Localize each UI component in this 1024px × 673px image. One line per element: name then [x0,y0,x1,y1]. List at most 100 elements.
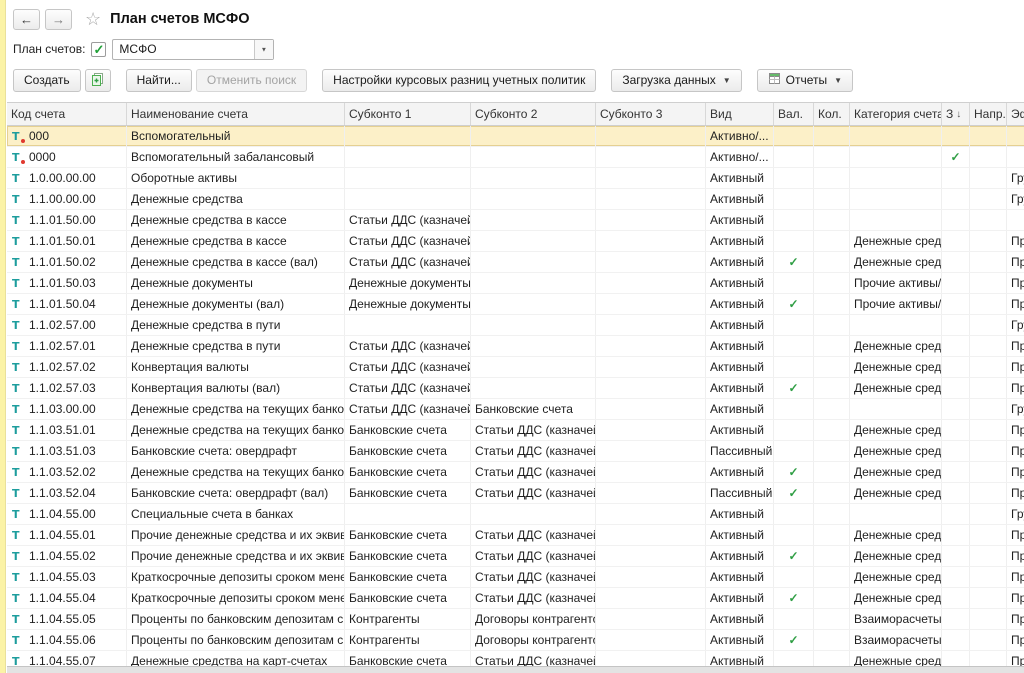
cell-subconto3 [596,546,706,566]
cell-offbalance-flag [942,462,970,482]
table-row[interactable]: Т 1.1.02.57.01 Денежные средства в пути … [7,336,1024,357]
table-row[interactable]: Т 1.1.02.57.00 Денежные средства в пути … [7,315,1024,336]
table-row[interactable]: Т 1.1.01.50.04 Денежные документы (вал) … [7,294,1024,315]
column-header-type[interactable]: Вид [706,103,774,125]
combobox-dropdown-button[interactable]: ▼ [254,40,273,59]
cell-subconto1: Банковские счета [345,588,471,608]
column-header-subconto2[interactable]: Субконто 2 [471,103,596,125]
table-row[interactable]: Т 1.1.02.57.02 Конвертация валюты Статьи… [7,357,1024,378]
table-row[interactable]: Т 1.1.03.00.00 Денежные средства на теку… [7,399,1024,420]
table-row[interactable]: Т 1.1.01.50.01 Денежные средства в кассе… [7,231,1024,252]
cell-account-name: Краткосрочные депозиты сроком менее 3-х … [127,588,345,608]
cell-quantity-flag [814,567,850,587]
currency-diff-settings-button[interactable]: Настройки курсовых разниц учетных полити… [322,69,596,92]
table-row[interactable]: Т 1.1.03.52.04 Банковские счета: овердра… [7,483,1024,504]
cell-napr [970,504,1007,524]
cell-subconto2 [471,504,596,524]
chart-of-accounts-combobox[interactable]: МСФО ▼ [112,39,274,60]
cell-subconto3 [596,336,706,356]
column-header-subconto3[interactable]: Субконто 3 [596,103,706,125]
column-header-category[interactable]: Категория счета [850,103,942,125]
column-header-offbalance[interactable]: З ↓ [942,103,970,125]
table-row[interactable]: Т 1.1.01.50.02 Денежные средства в кассе… [7,252,1024,273]
load-data-menu-button[interactable]: Загрузка данных ▼ [611,69,741,92]
cell-subconto1: Контрагенты [345,630,471,650]
cell-ef: Пр [1007,420,1024,440]
cell-quantity-flag [814,462,850,482]
cell-category [850,168,942,188]
column-header-napr[interactable]: Напр. [970,103,1007,125]
cell-subconto2 [471,294,596,314]
create-by-copy-button[interactable] [85,69,111,92]
table-row[interactable]: Т 1.1.04.55.04 Краткосрочные депозиты ср… [7,588,1024,609]
cancel-search-button[interactable]: Отменить поиск [196,69,307,92]
cell-offbalance-flag [942,210,970,230]
cell-account-name: Денежные средства на текущих банковских.… [127,399,345,419]
column-header-quantity[interactable]: Кол. [814,103,850,125]
favorite-star-icon[interactable]: ☆ [85,9,101,30]
forward-button[interactable]: → [45,9,72,30]
table-row[interactable]: Т 1.1.04.55.01 Прочие денежные средства … [7,525,1024,546]
offbalance-header-label: З [946,107,953,121]
cell-currency-flag [774,399,814,419]
cell-napr [970,609,1007,629]
back-button[interactable]: ← [13,9,40,30]
cell-subconto3 [596,294,706,314]
cell-quantity-flag [814,126,850,146]
column-header-subconto1[interactable]: Субконто 1 [345,103,471,125]
table-row[interactable]: Т 1.1.01.50.00 Денежные средства в кассе… [7,210,1024,231]
table-row[interactable]: Т 1.1.03.51.03 Банковские счета: овердра… [7,441,1024,462]
cell-subconto3 [596,357,706,377]
cell-account-name: Вспомогательный [127,126,345,146]
cell-napr [970,546,1007,566]
cell-account-name: Вспомогательный забалансовый [127,147,345,167]
cell-subconto1: Статьи ДДС (казначей... [345,210,471,230]
cell-account-name: Денежные средства в кассе (вал) [127,252,345,272]
cell-ef: Пр [1007,294,1024,314]
reports-menu-button[interactable]: Отчеты ▼ [757,69,853,92]
cell-currency-flag: ✓ [774,630,814,650]
account-code-text: 1.0.00.00.00 [29,171,96,185]
table-row[interactable]: Т 1.1.00.00.00 Денежные средства Активны… [7,189,1024,210]
cell-ef: Пр [1007,609,1024,629]
table-row[interactable]: Т 1.1.04.55.06 Проценты по банковским де… [7,630,1024,651]
cell-subconto1: Банковские счета [345,441,471,461]
cell-napr [970,567,1007,587]
horizontal-scrollbar[interactable] [7,666,1024,673]
table-row[interactable]: Т 1.1.02.57.03 Конвертация валюты (вал) … [7,378,1024,399]
cell-quantity-flag [814,210,850,230]
cell-quantity-flag [814,483,850,503]
cell-offbalance-flag [942,609,970,629]
find-button[interactable]: Найти... [126,69,192,92]
cell-currency-flag [774,357,814,377]
table-row[interactable]: Т 1.1.04.55.05 Проценты по банковским де… [7,609,1024,630]
column-header-ef[interactable]: Эф [1007,103,1024,125]
cell-type: Активный [706,609,774,629]
table-row[interactable]: Т 1.1.04.55.03 Краткосрочные депозиты ср… [7,567,1024,588]
column-header-code[interactable]: Код счета [7,103,127,125]
account-t-icon: Т [12,236,24,247]
sort-desc-icon: ↓ [956,109,961,120]
table-row[interactable]: Т 1.1.04.55.02 Прочие денежные средства … [7,546,1024,567]
table-row[interactable]: Т 0000 Вспомогательный забалансовый Акти… [7,147,1024,168]
cell-currency-flag [774,441,814,461]
table-row[interactable]: Т 1.1.03.51.01 Денежные средства на теку… [7,420,1024,441]
cell-subconto2: Статьи ДДС (казначей... [471,462,596,482]
table-row[interactable]: Т 000 Вспомогательный Активно/... [7,126,1024,147]
account-code-text: 1.1.04.55.01 [29,528,96,542]
cell-type: Активный [706,378,774,398]
table-row[interactable]: Т 1.1.03.52.02 Денежные средства на теку… [7,462,1024,483]
column-header-name[interactable]: Наименование счета [127,103,345,125]
column-header-currency[interactable]: Вал. [774,103,814,125]
account-t-icon: Т [12,257,24,268]
table-row[interactable]: Т 1.1.01.50.03 Денежные документы Денежн… [7,273,1024,294]
table-row[interactable]: Т 1.0.00.00.00 Оборотные активы Активный… [7,168,1024,189]
cell-subconto3 [596,504,706,524]
create-button[interactable]: Создать [13,69,81,92]
cell-type: Активный [706,588,774,608]
chart-of-accounts-checkbox[interactable]: ✓ [91,42,106,57]
cell-account-code: Т 1.1.04.55.05 [7,609,127,629]
table-row[interactable]: Т 1.1.04.55.00 Специальные счета в банка… [7,504,1024,525]
cell-quantity-flag [814,273,850,293]
cell-currency-flag [774,189,814,209]
